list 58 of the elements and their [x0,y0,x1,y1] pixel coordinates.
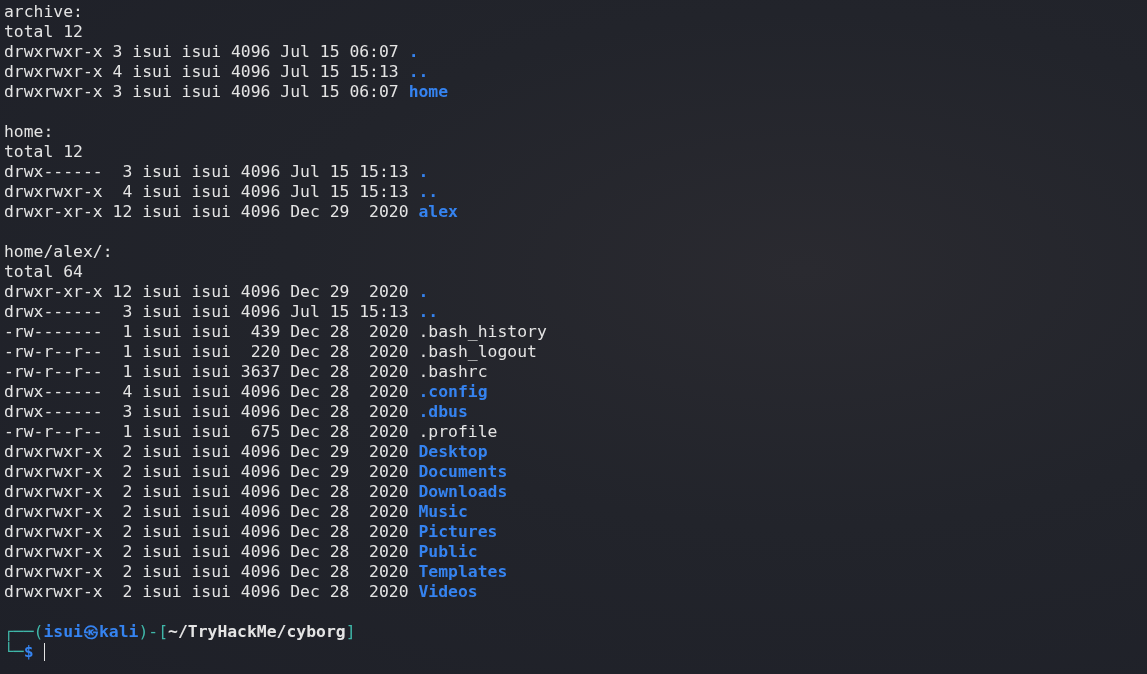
listing-details: drwxrwxr-x 2 isui isui 4096 Dec 28 2020 [4,482,409,502]
listing-details: -rw------- 1 isui isui 439 Dec 28 2020 [4,322,409,342]
directory-name: Public [418,542,478,562]
listing-details: drwx------ 3 isui isui 4096 Jul 15 15:13 [4,162,409,182]
file-name: .bash_history [418,322,547,342]
prompt-user-host: isui㉿kali [43,622,139,642]
listing-details: drwxrwxr-x 4 isui isui 4096 Jul 15 15:13 [4,182,409,202]
prompt-symbol: $ [23,642,34,662]
file-name: .profile [418,422,498,442]
total-line: total 12 [4,142,83,162]
directory-name: .. [418,302,439,322]
total-line: total 12 [4,22,83,42]
listing-details: drwx------ 4 isui isui 4096 Dec 28 2020 [4,382,409,402]
directory-name: Downloads [418,482,508,502]
listing-details: -rw-r--r-- 1 isui isui 3637 Dec 28 2020 [4,362,409,382]
listing-details: drwxrwxr-x 2 isui isui 4096 Dec 28 2020 [4,582,409,602]
text-cursor [43,643,45,661]
listing-details: -rw-r--r-- 1 isui isui 220 Dec 28 2020 [4,342,409,362]
listing-details: drwxrwxr-x 4 isui isui 4096 Jul 15 15:13 [4,62,399,82]
directory-name: alex [418,202,458,222]
file-name: .bash_logout [418,342,537,362]
prompt-corner: ┌──( [4,622,44,641]
directory-name: . [418,282,429,302]
directory-name: .. [418,182,439,202]
listing-details: drwxrwxr-x 2 isui isui 4096 Dec 29 2020 [4,442,409,462]
file-name: .bashrc [418,362,488,382]
directory-name: Templates [418,562,508,582]
listing-details: -rw-r--r-- 1 isui isui 675 Dec 28 2020 [4,422,409,442]
listing-details: drwxrwxr-x 2 isui isui 4096 Dec 29 2020 [4,462,409,482]
directory-name: .config [418,382,488,402]
directory-name: Pictures [418,522,498,542]
directory-heading: home: [4,122,54,142]
directory-name: home [408,82,449,102]
listing-details: drwxr-xr-x 12 isui isui 4096 Dec 29 2020 [4,282,409,302]
prompt-bracket: ] [345,622,356,642]
directory-name: Documents [418,462,508,482]
listing-details: drwxr-xr-x 12 isui isui 4096 Dec 29 2020 [4,202,409,222]
directory-name: Desktop [418,442,488,462]
total-line: total 64 [4,262,83,282]
listing-details: drwxrwxr-x 2 isui isui 4096 Dec 28 2020 [4,562,409,582]
listing-details: drwxrwxr-x 2 isui isui 4096 Dec 28 2020 [4,522,409,542]
listing-details: drwx------ 3 isui isui 4096 Jul 15 15:13 [4,302,409,322]
listing-details: drwxrwxr-x 2 isui isui 4096 Dec 28 2020 [4,502,409,522]
prompt-separator: )-[ [138,622,169,642]
directory-name: . [408,42,419,62]
listing-details: drwx------ 3 isui isui 4096 Dec 28 2020 [4,402,409,422]
prompt-path: ~/TryHackMe/cyborg [168,622,346,642]
directory-heading: home/alex/: [4,242,113,262]
directory-name: Videos [418,582,478,602]
listing-details: drwxrwxr-x 3 isui isui 4096 Jul 15 06:07 [4,42,399,62]
directory-name: . [418,162,429,182]
directory-name: .dbus [418,402,468,422]
directory-heading: archive: [4,2,83,22]
listing-details: drwxrwxr-x 2 isui isui 4096 Dec 28 2020 [4,542,409,562]
listing-details: drwxrwxr-x 3 isui isui 4096 Jul 15 06:07 [4,82,399,102]
directory-name: .. [408,62,429,82]
directory-name: Music [418,502,468,522]
prompt-corner: └─ [4,642,24,662]
